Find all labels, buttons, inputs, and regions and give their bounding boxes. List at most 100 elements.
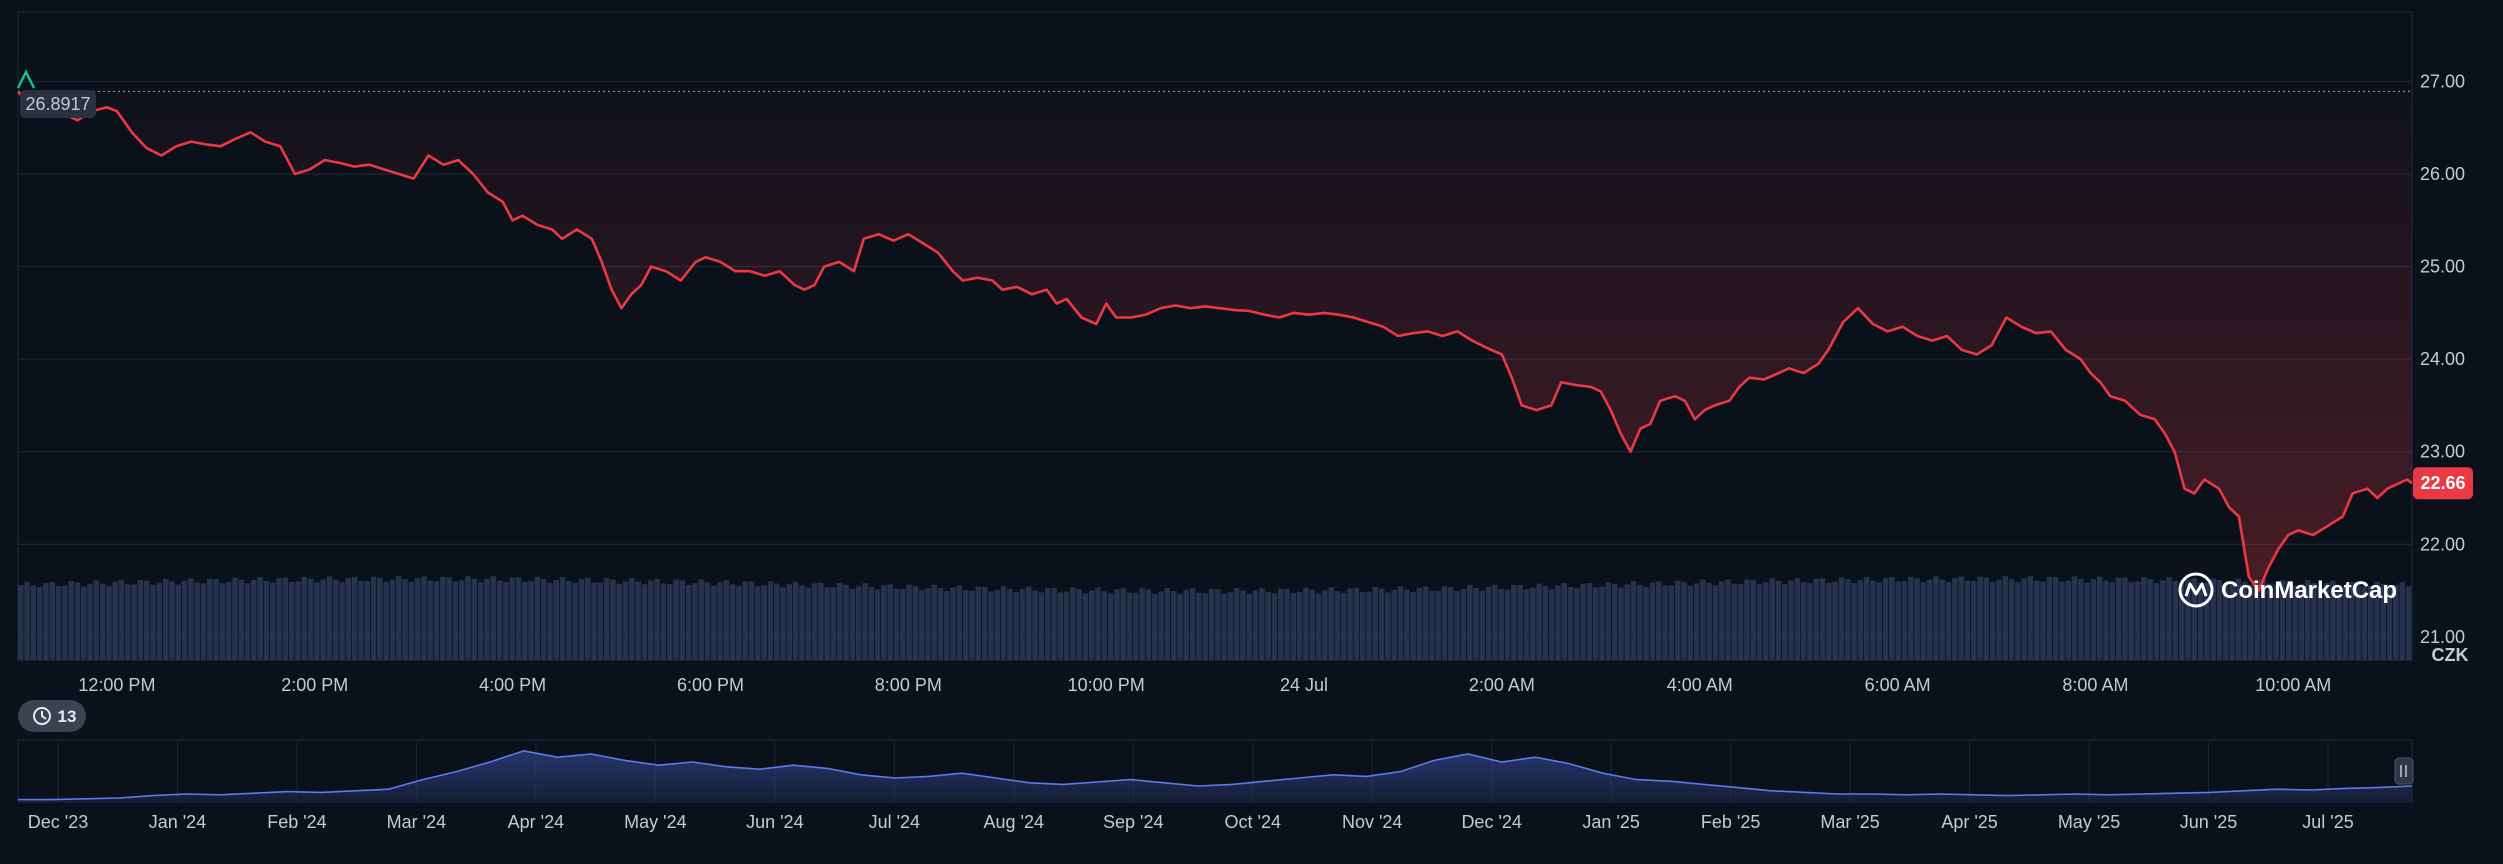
volume-bar [1227, 591, 1234, 660]
volume-bar [2021, 578, 2027, 660]
volume-bar [188, 578, 194, 660]
volume-bar [704, 582, 711, 660]
navigator-x-tick-label: May '25 [2058, 812, 2120, 832]
navigator-x-tick-label: Mar '24 [387, 812, 446, 832]
volume-bar [1372, 587, 1378, 660]
x-tick-label: 4:00 AM [1667, 675, 1733, 695]
volume-bar [1958, 576, 1964, 660]
volume-bar [1939, 579, 1945, 660]
volume-bar [566, 580, 572, 660]
volume-bar [641, 584, 648, 660]
navigator-x-tick-label: Feb '24 [267, 812, 326, 832]
volume-bar [1353, 587, 1360, 660]
volume-bar [1819, 578, 1826, 660]
volume-bar [351, 576, 358, 660]
volume-bar [1057, 592, 1063, 660]
volume-bar [2052, 577, 2059, 660]
volume-bar [1769, 578, 1775, 660]
volume-bar [1051, 587, 1057, 660]
volume-bar [1756, 584, 1763, 660]
volume-bar [698, 579, 704, 660]
volume-bar [1832, 581, 1838, 660]
x-tick-label: 8:00 AM [2062, 675, 2128, 695]
volume-bar [1882, 578, 1889, 660]
volume-bar [1177, 593, 1183, 660]
volume-bar [969, 590, 975, 660]
volume-bar [767, 581, 774, 660]
x-tick-label: 24 Jul [1280, 675, 1328, 695]
volume-bar [131, 584, 137, 660]
volume-bar [314, 582, 320, 660]
current-price-label: 22.66 [2420, 473, 2465, 493]
navigator-x-tick-label: Mar '25 [1820, 812, 1879, 832]
volume-bar [881, 585, 887, 660]
volume-bar [370, 576, 377, 660]
volume-bar [1737, 584, 1744, 660]
volume-bar [1775, 580, 1782, 660]
volume-bar [729, 584, 736, 660]
navigator-x-tick-label: Jul '24 [869, 812, 920, 832]
current-price-badge: 22.66 [2413, 467, 2473, 500]
volume-bar [1681, 581, 1687, 660]
volume-bar [2147, 579, 2153, 660]
volume-bar [125, 584, 131, 660]
volume-bar [2134, 581, 2141, 660]
range-badge[interactable]: 13 [18, 700, 86, 732]
volume-bar [1473, 587, 1479, 660]
volume-bar [1788, 580, 1794, 660]
volume-bar [1693, 583, 1700, 660]
volume-bar [786, 584, 793, 660]
volume-bar [484, 578, 490, 660]
volume-bar [440, 576, 446, 660]
volume-bar [30, 585, 37, 660]
volume-bar [477, 582, 484, 660]
volume-bar [1706, 582, 1712, 660]
volume-bar [1410, 592, 1416, 660]
volume-bar [1233, 588, 1240, 660]
volume-bar [1712, 585, 1719, 660]
volume-bar [1593, 587, 1599, 660]
volume-bar [1605, 582, 1612, 660]
volume-bar [2153, 583, 2160, 660]
volume-bar [811, 583, 818, 660]
volume-bar [1120, 588, 1126, 660]
volume-bar [648, 580, 654, 660]
volume-bar [950, 587, 956, 660]
volume-bar [2122, 577, 2128, 660]
volume-bar [1630, 581, 1637, 660]
volume-bar [1800, 581, 1807, 660]
volume-bar [1133, 592, 1139, 660]
volume-bar [2046, 577, 2053, 660]
x-tick-label: 10:00 PM [1068, 675, 1145, 695]
y-tick-label: 23.00 [2420, 442, 2465, 462]
volume-bar [1315, 593, 1322, 660]
volume-bar [1038, 592, 1045, 660]
volume-bar [213, 578, 219, 660]
volume-bar [1196, 592, 1202, 660]
volume-bar [1523, 589, 1530, 660]
navigator-handle[interactable] [2394, 757, 2414, 785]
volume-bar [1945, 582, 1952, 660]
volume-bar [383, 581, 389, 660]
volume-bar [1158, 591, 1164, 660]
volume-bar [1152, 593, 1158, 660]
volume-bar [1296, 591, 1303, 660]
volume-bar [1857, 579, 1864, 660]
volume-bar [742, 581, 748, 660]
volume-bar [364, 581, 370, 660]
volume-bar [799, 585, 805, 660]
volume-bar [150, 584, 156, 660]
volume-bar [1145, 589, 1152, 660]
volume-bar [1107, 593, 1114, 660]
navigator-x-tick-label: Nov '24 [1342, 812, 1402, 832]
volume-bar [1359, 592, 1366, 660]
volume-bar [1933, 576, 1939, 660]
navigator-x-axis: Dec '23 Jan '24 Feb '24 Mar '24 Apr '24 May '… [28, 812, 2354, 832]
volume-bar [635, 581, 641, 660]
volume-bar [1397, 586, 1404, 660]
volume-bar [774, 583, 780, 660]
volume-bar [1977, 576, 1983, 660]
volume-bar [912, 585, 919, 660]
volume-bar [748, 581, 755, 660]
price-chart[interactable]: 27.00 26.00 25.00 24.00 23.00 22.00 21.00 12:0… [0, 0, 2503, 864]
